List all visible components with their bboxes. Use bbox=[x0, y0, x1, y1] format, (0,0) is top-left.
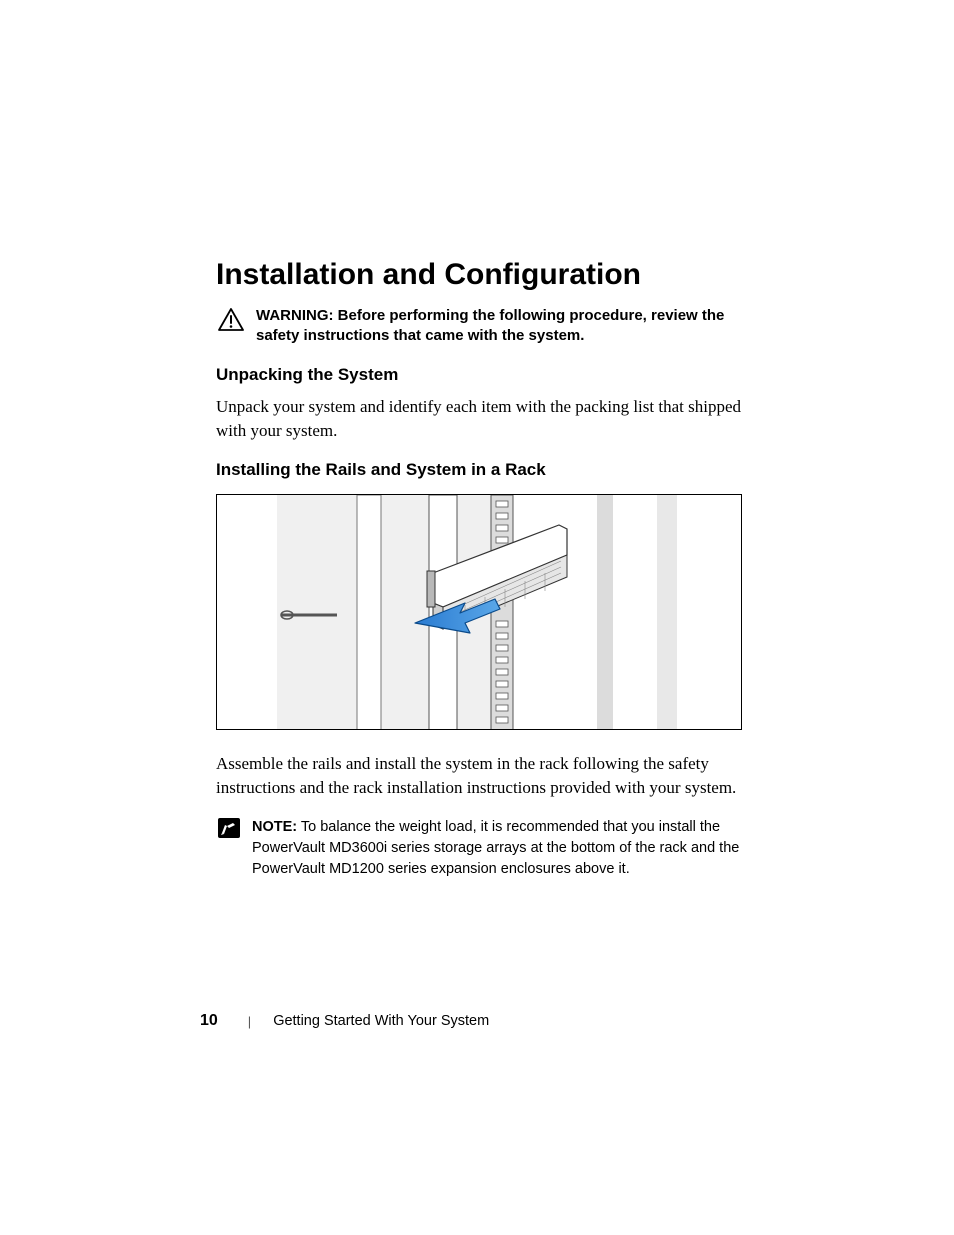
content-area: Installation and Configuration WARNING: … bbox=[216, 258, 756, 898]
warning-label: WARNING: bbox=[256, 307, 334, 324]
note-pencil-icon bbox=[218, 818, 240, 838]
note-label: NOTE: bbox=[252, 819, 297, 835]
section-rails-title: Installing the Rails and System in a Rac… bbox=[216, 460, 756, 480]
section-unpacking-title: Unpacking the System bbox=[216, 365, 756, 385]
note-block: NOTE: To balance the weight load, it is … bbox=[216, 817, 756, 880]
section-unpacking-body: Unpack your system and identify each ite… bbox=[216, 395, 756, 444]
footer-doc-title: Getting Started With Your System bbox=[273, 1013, 489, 1029]
page: Installation and Configuration WARNING: … bbox=[0, 0, 954, 1235]
rack-installation-figure bbox=[216, 494, 742, 730]
footer-separator: | bbox=[248, 1014, 251, 1029]
warning-text: WARNING: Before performing the following… bbox=[254, 306, 756, 347]
warning-block: WARNING: Before performing the following… bbox=[216, 306, 756, 347]
note-body: To balance the weight load, it is recomm… bbox=[252, 819, 739, 877]
warning-triangle-icon bbox=[218, 308, 244, 332]
main-heading: Installation and Configuration bbox=[216, 258, 756, 292]
note-text: NOTE: To balance the weight load, it is … bbox=[252, 817, 756, 880]
section-rails-body: Assemble the rails and install the syste… bbox=[216, 752, 756, 801]
page-number: 10 bbox=[200, 1012, 218, 1030]
page-footer: 10 | Getting Started With Your System bbox=[200, 1012, 760, 1030]
